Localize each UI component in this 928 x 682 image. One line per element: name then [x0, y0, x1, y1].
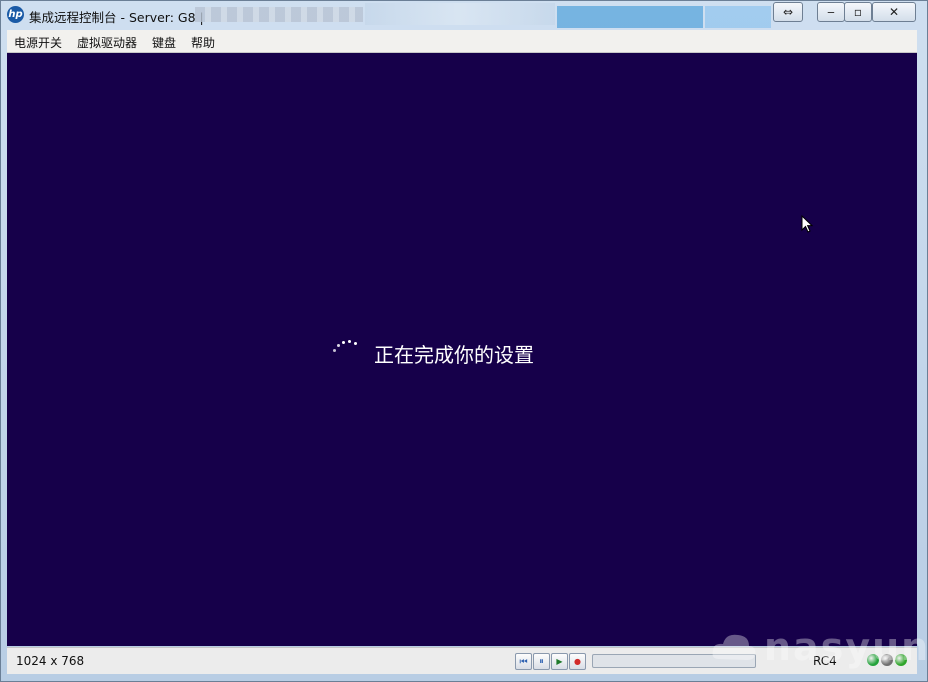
pause-icon: ⏸: [539, 656, 544, 667]
menu-power-switch[interactable]: 电源开关: [14, 34, 62, 51]
close-icon: ✕: [888, 5, 900, 19]
setup-message: 正在完成你的设置: [374, 343, 534, 367]
loading-spinner-icon: [333, 338, 363, 358]
record-button[interactable]: ●: [569, 653, 586, 670]
hp-logo-icon: hp: [7, 6, 24, 23]
menu-virtual-drives[interactable]: 虚拟驱动器: [77, 34, 137, 51]
blurred-background-region: [705, 6, 771, 28]
blurred-address: [195, 7, 363, 22]
rewind-icon: ⏮: [519, 656, 528, 667]
blurred-background-region: [365, 3, 555, 25]
title-bar: hp 集成远程控制台 - Server: G8 | ⇔ ‒ ▫ ✕: [1, 1, 927, 29]
maximize-icon: ▫: [853, 5, 863, 19]
watermark-cloud-icon: [712, 634, 756, 660]
remote-console-window: hp 集成远程控制台 - Server: G8 | ⇔ ‒ ▫ ✕ 电源开关 虚…: [0, 0, 928, 682]
blurred-background-region: [557, 6, 703, 28]
minimize-button[interactable]: ‒: [817, 2, 845, 22]
mouse-cursor-icon: [801, 214, 814, 233]
window-title: 集成远程控制台 - Server: G8 |: [29, 10, 204, 25]
close-button[interactable]: ✕: [872, 2, 916, 22]
site-watermark: nasyun: [709, 623, 928, 671]
menu-bar: 电源开关 虚拟驱动器 键盘 帮助: [7, 30, 917, 53]
watermark-text: nasyun: [764, 625, 928, 669]
minimize-icon: ‒: [827, 5, 835, 19]
record-icon: ●: [574, 657, 581, 666]
menu-help[interactable]: 帮助: [191, 34, 215, 51]
maximize-button[interactable]: ▫: [844, 2, 872, 22]
menu-keyboard[interactable]: 键盘: [152, 34, 176, 51]
pause-button[interactable]: ⏸: [533, 653, 550, 670]
rewind-button[interactable]: ⏮: [515, 653, 532, 670]
play-icon: ▶: [556, 657, 563, 666]
swap-button[interactable]: ⇔: [773, 2, 803, 22]
remote-screen[interactable]: 正在完成你的设置: [7, 53, 917, 646]
play-button[interactable]: ▶: [551, 653, 568, 670]
swap-icon: ⇔: [782, 5, 794, 19]
resolution-readout: 1024 x 768: [16, 654, 85, 668]
